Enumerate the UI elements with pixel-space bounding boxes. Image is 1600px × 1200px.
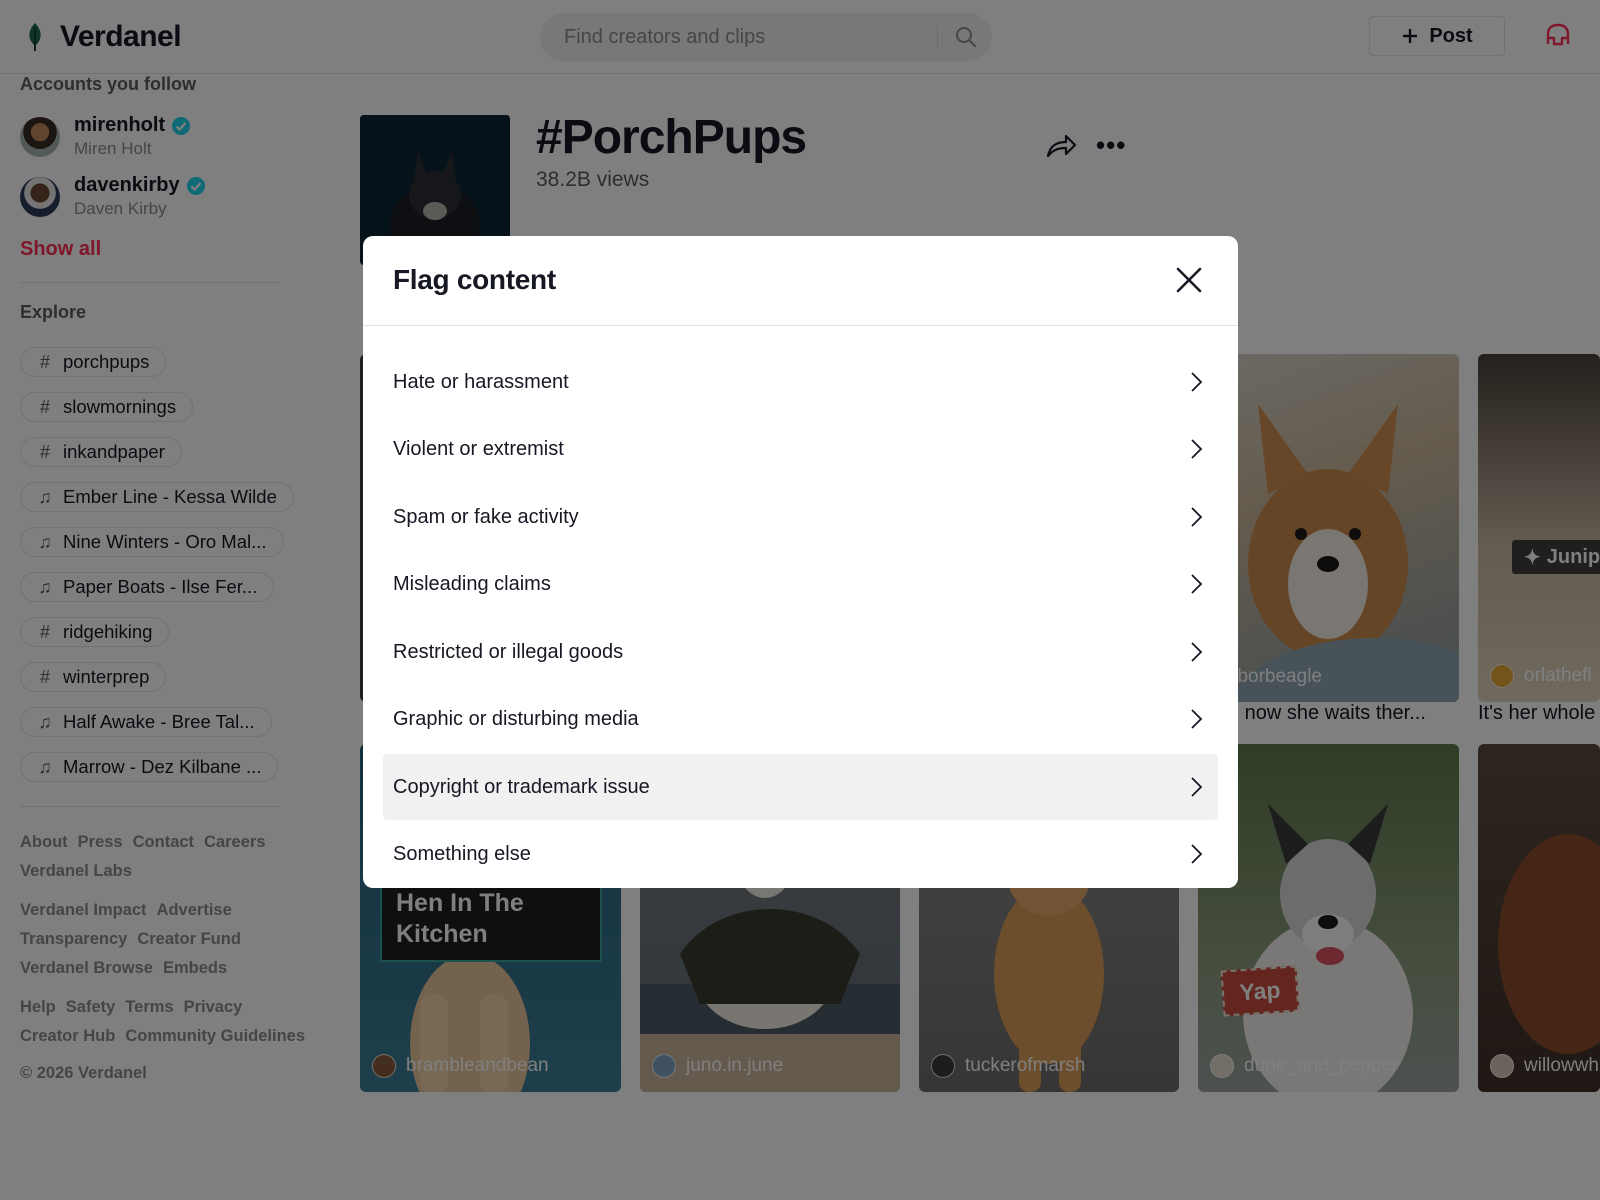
- flag-option-label: Graphic or disturbing media: [393, 707, 639, 730]
- flag-option-label: Hate or harassment: [393, 370, 569, 393]
- modal-title: Flag content: [393, 264, 556, 295]
- chevron-right-icon: [1191, 439, 1203, 459]
- flag-option-violent-extremist[interactable]: Violent or extremist: [383, 416, 1218, 482]
- close-icon: [1176, 267, 1202, 293]
- chevron-right-icon: [1191, 844, 1203, 864]
- flag-option-spam[interactable]: Spam or fake activity: [383, 484, 1218, 550]
- chevron-right-icon: [1191, 372, 1203, 392]
- flag-option-label: Spam or fake activity: [393, 505, 579, 528]
- flag-option-label: Misleading claims: [393, 572, 551, 595]
- flag-option-hate-harassment[interactable]: Hate or harassment: [383, 349, 1218, 415]
- flag-option-label: Something else: [393, 842, 531, 865]
- flag-option-label: Restricted or illegal goods: [393, 640, 624, 663]
- close-button[interactable]: [1171, 262, 1207, 298]
- flag-content-modal: Flag content Hate or harassment Violent …: [363, 236, 1238, 888]
- chevron-right-icon: [1191, 642, 1203, 662]
- chevron-right-icon: [1191, 574, 1203, 594]
- modal-header: Flag content: [363, 236, 1238, 326]
- flag-option-graphic-media[interactable]: Graphic or disturbing media: [383, 686, 1218, 752]
- flag-option-restricted-goods[interactable]: Restricted or illegal goods: [383, 619, 1218, 685]
- chevron-right-icon: [1191, 777, 1203, 797]
- flag-option-copyright[interactable]: Copyright or trademark issue: [383, 754, 1218, 820]
- flag-option-misleading[interactable]: Misleading claims: [383, 551, 1218, 617]
- flag-option-label: Violent or extremist: [393, 437, 564, 460]
- flag-option-something-else[interactable]: Something else: [383, 821, 1218, 887]
- flag-option-label: Copyright or trademark issue: [393, 775, 650, 798]
- chevron-right-icon: [1191, 709, 1203, 729]
- chevron-right-icon: [1191, 507, 1203, 527]
